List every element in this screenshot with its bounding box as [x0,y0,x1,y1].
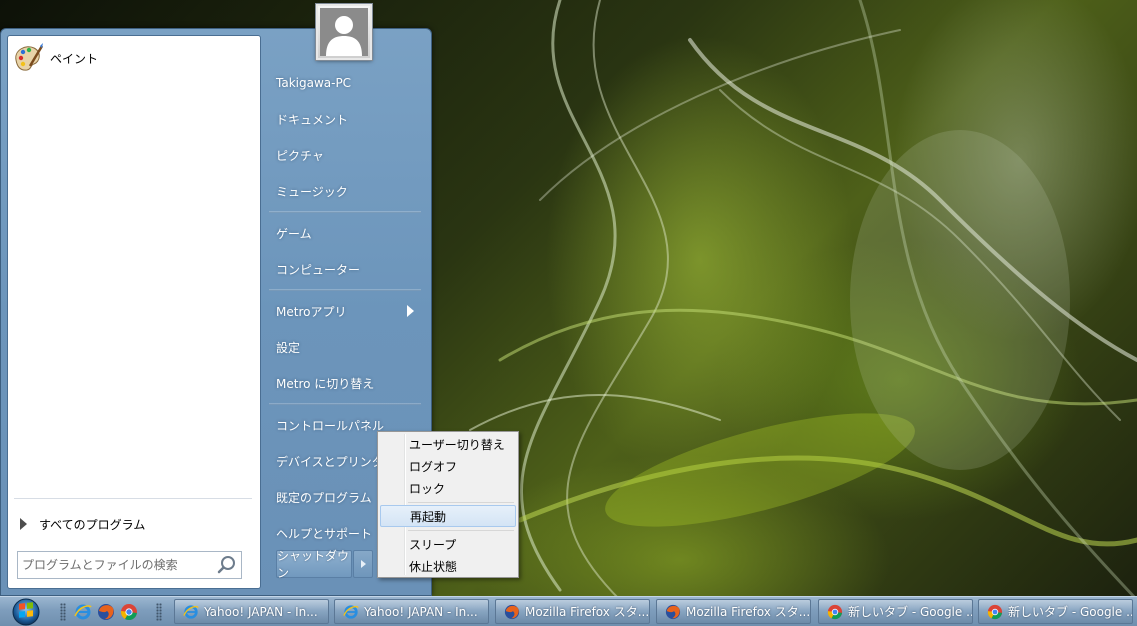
taskbar-button-label: 新しいタブ - Google ... [848,605,972,619]
taskbar-button-label: Mozilla Firefox スタ... [686,605,810,619]
shutdown-button[interactable]: シャットダウン [276,549,352,580]
taskbar-button-label: Yahoo! JAPAN - In... [364,604,478,619]
right-link-user-folder[interactable]: Takigawa-PC [266,68,424,98]
right-link-settings[interactable]: 設定 [266,332,424,362]
menu-item-label: 再起動 [410,509,447,524]
right-link-label: 既定のプログラム [276,490,372,505]
right-link-music[interactable]: ミュージック [266,176,424,206]
taskbar-button-label: Mozilla Firefox スタ... [525,605,649,619]
submenu-arrow-icon [407,305,414,317]
start-orb-icon[interactable] [7,597,45,626]
menu-item-label: 休止状態 [409,559,458,574]
paint-palette-icon [15,43,44,71]
firefox-icon[interactable] [97,603,115,621]
right-link-label: Metro に切り替え [276,376,375,391]
right-link-label: ゲーム [276,226,312,241]
chevron-right-icon [361,560,366,568]
taskbar-button-ie-1[interactable]: Yahoo! JAPAN - In... [174,599,329,624]
user-avatar-icon [326,16,362,56]
chrome-icon [987,604,1003,619]
right-link-label: ミュージック [276,184,348,199]
right-link-computer[interactable]: コンピューター [266,254,424,284]
taskbar-button-label: Yahoo! JAPAN - In... [204,604,318,619]
menu-item-restart[interactable]: 再起動 [380,505,516,527]
programs-divider [14,498,252,499]
right-link-pictures[interactable]: ピクチャ [266,140,424,170]
right-link-games[interactable]: ゲーム [266,218,424,248]
menu-item-label: ロック [409,481,446,496]
user-picture[interactable] [316,4,372,60]
shutdown-label: シャットダウン [277,549,350,580]
right-link-label: コントロールパネル [276,418,385,433]
right-link-label: Takigawa-PC [276,76,352,90]
right-link-metro-apps[interactable]: Metroアプリ [266,296,424,326]
right-link-documents[interactable]: ドキュメント [266,104,424,134]
right-link-switch-to-metro[interactable]: Metro に切り替え [266,368,424,398]
ie-icon[interactable] [74,603,92,621]
right-link-label: ドキュメント [276,112,349,127]
firefox-icon [665,604,681,619]
chrome-icon [827,604,843,619]
taskbar-button-firefox-2[interactable]: Mozilla Firefox スタ... [656,599,811,624]
chrome-icon[interactable] [120,603,138,621]
taskbar-button-chrome-2[interactable]: 新しいタブ - Google ... [978,599,1133,624]
menu-item-label: ログオフ [409,459,458,474]
start-menu: ペイント すべてのプログラム Takigawa-PC ドキュメント ピクチャ [0,4,432,596]
right-pane-separator [269,289,421,291]
menu-separator [408,530,514,531]
expand-arrow-icon [20,518,27,530]
right-link-label: ピクチャ [276,148,324,163]
taskbar-button-label: 新しいタブ - Google ... [1008,605,1132,619]
right-pane-separator [269,211,421,213]
menu-item-label: スリープ [409,537,457,552]
right-link-label: ヘルプとサポート [276,526,373,541]
pinned-program-paint[interactable]: ペイント [12,41,252,75]
start-menu-programs-pane: ペイント すべてのプログラム [7,35,261,589]
menu-item-log-off[interactable]: ログオフ [380,455,516,477]
menu-item-sleep[interactable]: スリープ [380,533,516,555]
pinned-program-label: ペイント [50,51,99,66]
toolbar-grip[interactable] [60,603,66,621]
menu-item-switch-user[interactable]: ユーザー切り替え [380,433,516,455]
all-programs-label: すべてのプログラム [39,517,146,532]
menu-item-hibernate[interactable]: 休止状態 [380,555,516,577]
taskbar-button-ie-2[interactable]: Yahoo! JAPAN - In... [334,599,489,624]
ie-icon [343,604,359,619]
menu-item-label: ユーザー切り替え [409,437,505,452]
shutdown-options-menu: ユーザー切り替え ログオフ ロック 再起動 スリープ 休止状態 [377,431,519,578]
search-input[interactable] [18,553,216,577]
shutdown-options-button[interactable] [353,550,373,578]
right-link-label: コンピューター [276,262,361,277]
search-box [17,551,242,579]
right-link-label: Metroアプリ [276,304,347,319]
menu-separator [408,502,514,503]
ie-icon [183,604,199,619]
menu-item-lock[interactable]: ロック [380,477,516,499]
taskbar-button-chrome-1[interactable]: 新しいタブ - Google ... [818,599,973,624]
right-pane-separator [269,403,421,405]
toolbar-grip[interactable] [156,603,162,621]
taskbar: Yahoo! JAPAN - In... Yahoo! JAPAN - In..… [0,596,1137,626]
right-link-label: 設定 [276,340,301,355]
search-icon[interactable] [216,554,238,576]
all-programs-button[interactable]: すべてのプログラム [14,512,252,536]
taskbar-button-firefox-1[interactable]: Mozilla Firefox スタ... [495,599,650,624]
firefox-icon [504,604,520,619]
